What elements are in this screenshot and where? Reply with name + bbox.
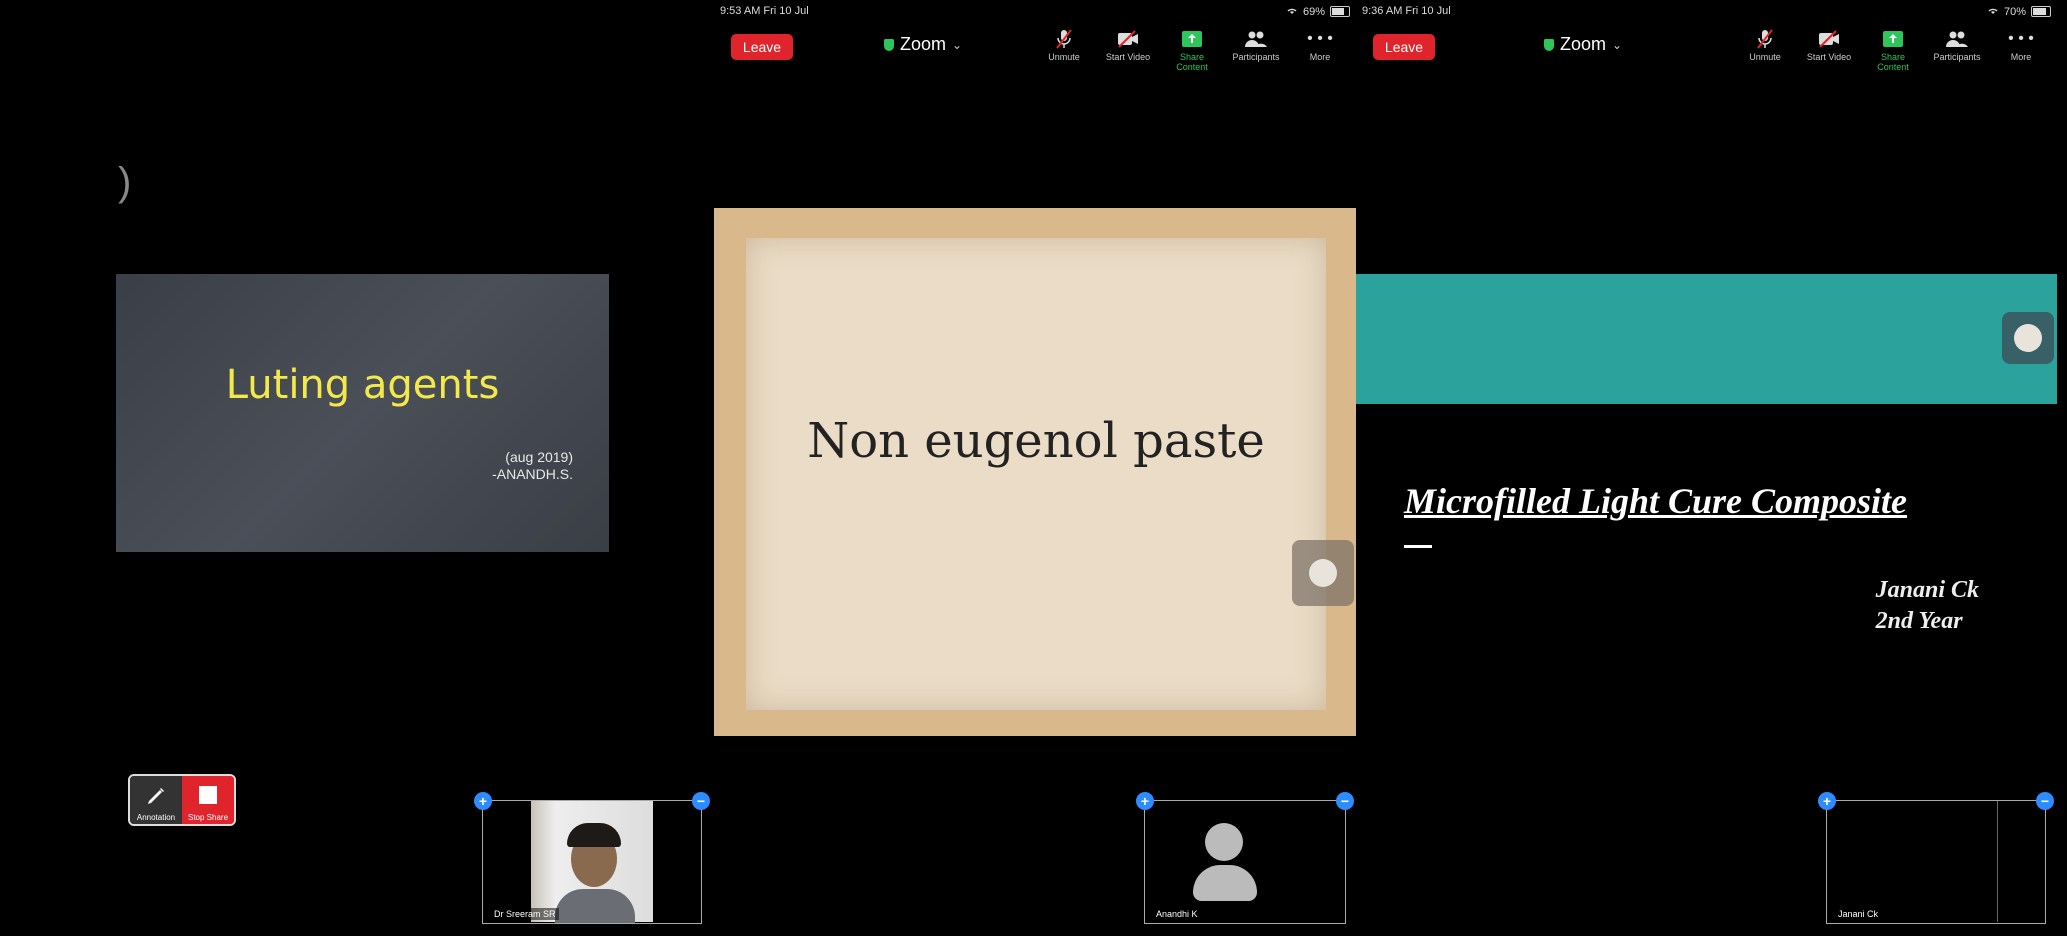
more-button[interactable]: • • • More [1995, 28, 2047, 72]
stop-share-button[interactable]: Stop Share [182, 776, 234, 824]
screen-panel-2: 9:53 AM Fri 10 Jul 69% Leave Zoom ⌄ Unmu… [714, 0, 1356, 936]
chevron-down-icon: ⌄ [1612, 37, 1623, 52]
share-content-button[interactable]: Share Content [1166, 28, 1218, 72]
video-off-icon [1102, 28, 1154, 50]
tool-label: Unmute [1048, 52, 1080, 62]
share-icon [1867, 28, 1919, 50]
slide-author: -ANANDH.S. [492, 466, 573, 482]
status-right: 69% [1286, 5, 1350, 18]
floating-assistive-button[interactable] [2002, 312, 2054, 364]
shield-icon [884, 38, 894, 51]
battery-icon [2031, 6, 2051, 17]
share-icon [1166, 28, 1218, 50]
leave-button[interactable]: Leave [1373, 34, 1435, 60]
share-controls: Annotation Stop Share [128, 774, 236, 826]
slide-sheet: Non eugenol paste [746, 238, 1326, 710]
shared-slide-paper: Non eugenol paste [714, 208, 1356, 736]
slide-author-block: Janani Ck 2nd Year [1876, 575, 1979, 637]
slide-teal-band [1356, 274, 2057, 404]
screen-panel-3: 9:36 AM Fri 10 Jul 70% Leave Zoom ⌄ Unmu… [1356, 0, 2057, 936]
status-right: 70% [1987, 5, 2051, 18]
tool-label: More [2010, 52, 2032, 62]
tool-label: Unmute [1749, 52, 1781, 62]
tool-label: Participants [1232, 52, 1280, 62]
toolbar-tools: Unmute Start Video Share Content Partici… [1038, 28, 1346, 72]
expand-icon[interactable]: + [474, 792, 492, 810]
tool-label: Start Video [1806, 52, 1852, 62]
participant-name: Dr Sreeram SR [491, 908, 559, 920]
participant-video [1997, 801, 1998, 922]
expand-icon[interactable]: + [1818, 792, 1836, 810]
annotation-label: Annotation [136, 813, 176, 822]
more-icon: • • • [1307, 30, 1333, 47]
start-video-button[interactable]: Start Video [1102, 28, 1154, 72]
battery-percent: 69% [1302, 5, 1325, 18]
pencil-icon [144, 784, 168, 813]
participants-icon [1931, 28, 1983, 50]
wifi-icon [1286, 5, 1298, 18]
unmute-button[interactable]: Unmute [1038, 28, 1090, 72]
status-time: 9:36 AM Fri 10 Jul [1362, 5, 1451, 17]
unmute-button[interactable]: Unmute [1739, 28, 1791, 72]
meeting-title: Zoom [1560, 34, 1607, 54]
start-video-button[interactable]: Start Video [1803, 28, 1855, 72]
more-icon: • • • [2008, 30, 2034, 47]
wifi-icon [1987, 5, 1999, 18]
toolbar-tools: Unmute Start Video Share Content Partici… [1739, 28, 2047, 72]
status-bar: 9:36 AM Fri 10 Jul 70% [1362, 4, 2051, 20]
slide-subtitle: (aug 2019) -ANANDH.S. [492, 449, 573, 483]
stop-share-label: Stop Share [187, 813, 229, 822]
slide-title: Luting agents [225, 362, 500, 408]
tool-label: Share Content [1877, 52, 1909, 72]
mic-off-icon [1739, 28, 1791, 50]
battery-icon [1330, 6, 1350, 17]
slide-author: Janani Ck [1875, 577, 1979, 603]
tool-label: Share Content [1176, 52, 1208, 72]
expand-icon[interactable]: + [1136, 792, 1154, 810]
slide-title: Microfilled Light Cure Composite [1404, 481, 1908, 521]
minimize-icon[interactable]: − [692, 792, 710, 810]
video-off-icon [1803, 28, 1855, 50]
shared-slide-luting: Luting agents (aug 2019) -ANANDH.S. [116, 274, 609, 552]
video-thumbnail[interactable]: + − Anandhi K [1136, 792, 1354, 924]
participant-name: Janani Ck [1835, 908, 1882, 920]
participant-name: Anandhi K [1153, 908, 1201, 920]
slide-date: (aug 2019) [505, 449, 573, 465]
participants-icon [1230, 28, 1282, 50]
status-bar: 9:53 AM Fri 10 Jul 69% [720, 4, 1350, 20]
video-thumbnail[interactable]: + − Dr Sreeram SR [474, 792, 710, 924]
status-time: 9:53 AM Fri 10 Jul [720, 5, 809, 17]
slide-fragment: ) [118, 160, 132, 204]
mic-off-icon [1038, 28, 1090, 50]
shield-icon [1544, 38, 1554, 51]
chevron-down-icon: ⌄ [952, 37, 963, 52]
tool-label: Participants [1933, 52, 1981, 62]
meeting-toolbar: Leave Zoom ⌄ Unmute Start Video Share Co… [714, 22, 1356, 72]
more-button[interactable]: • • • More [1294, 28, 1346, 72]
minimize-icon[interactable]: − [1336, 792, 1354, 810]
screen-panel-1: ) Luting agents (aug 2019) -ANANDH.S. An… [10, 0, 714, 936]
share-content-button[interactable]: Share Content [1867, 28, 1919, 72]
slide-divider [1404, 545, 1432, 548]
meeting-toolbar: Leave Zoom ⌄ Unmute Start Video Share Co… [1356, 22, 2057, 72]
floating-assistive-button[interactable] [1292, 540, 1354, 606]
participants-button[interactable]: Participants [1931, 28, 1983, 72]
participants-button[interactable]: Participants [1230, 28, 1282, 72]
video-thumbnail[interactable]: + − Janani Ck [1818, 792, 2054, 924]
slide-year: 2nd Year [1875, 608, 1963, 634]
meeting-title: Zoom [900, 34, 947, 54]
leave-button[interactable]: Leave [731, 34, 793, 60]
minimize-icon[interactable]: − [2036, 792, 2054, 810]
tool-label: More [1309, 52, 1331, 62]
meeting-title-dropdown[interactable]: Zoom ⌄ [884, 34, 962, 55]
annotation-button[interactable]: Annotation [130, 776, 182, 824]
participant-video [531, 801, 653, 923]
battery-percent: 70% [2003, 5, 2026, 18]
tool-label: Start Video [1105, 52, 1151, 62]
stop-icon [197, 784, 219, 811]
slide-title: Non eugenol paste [807, 413, 1265, 469]
meeting-title-dropdown[interactable]: Zoom ⌄ [1544, 34, 1622, 55]
